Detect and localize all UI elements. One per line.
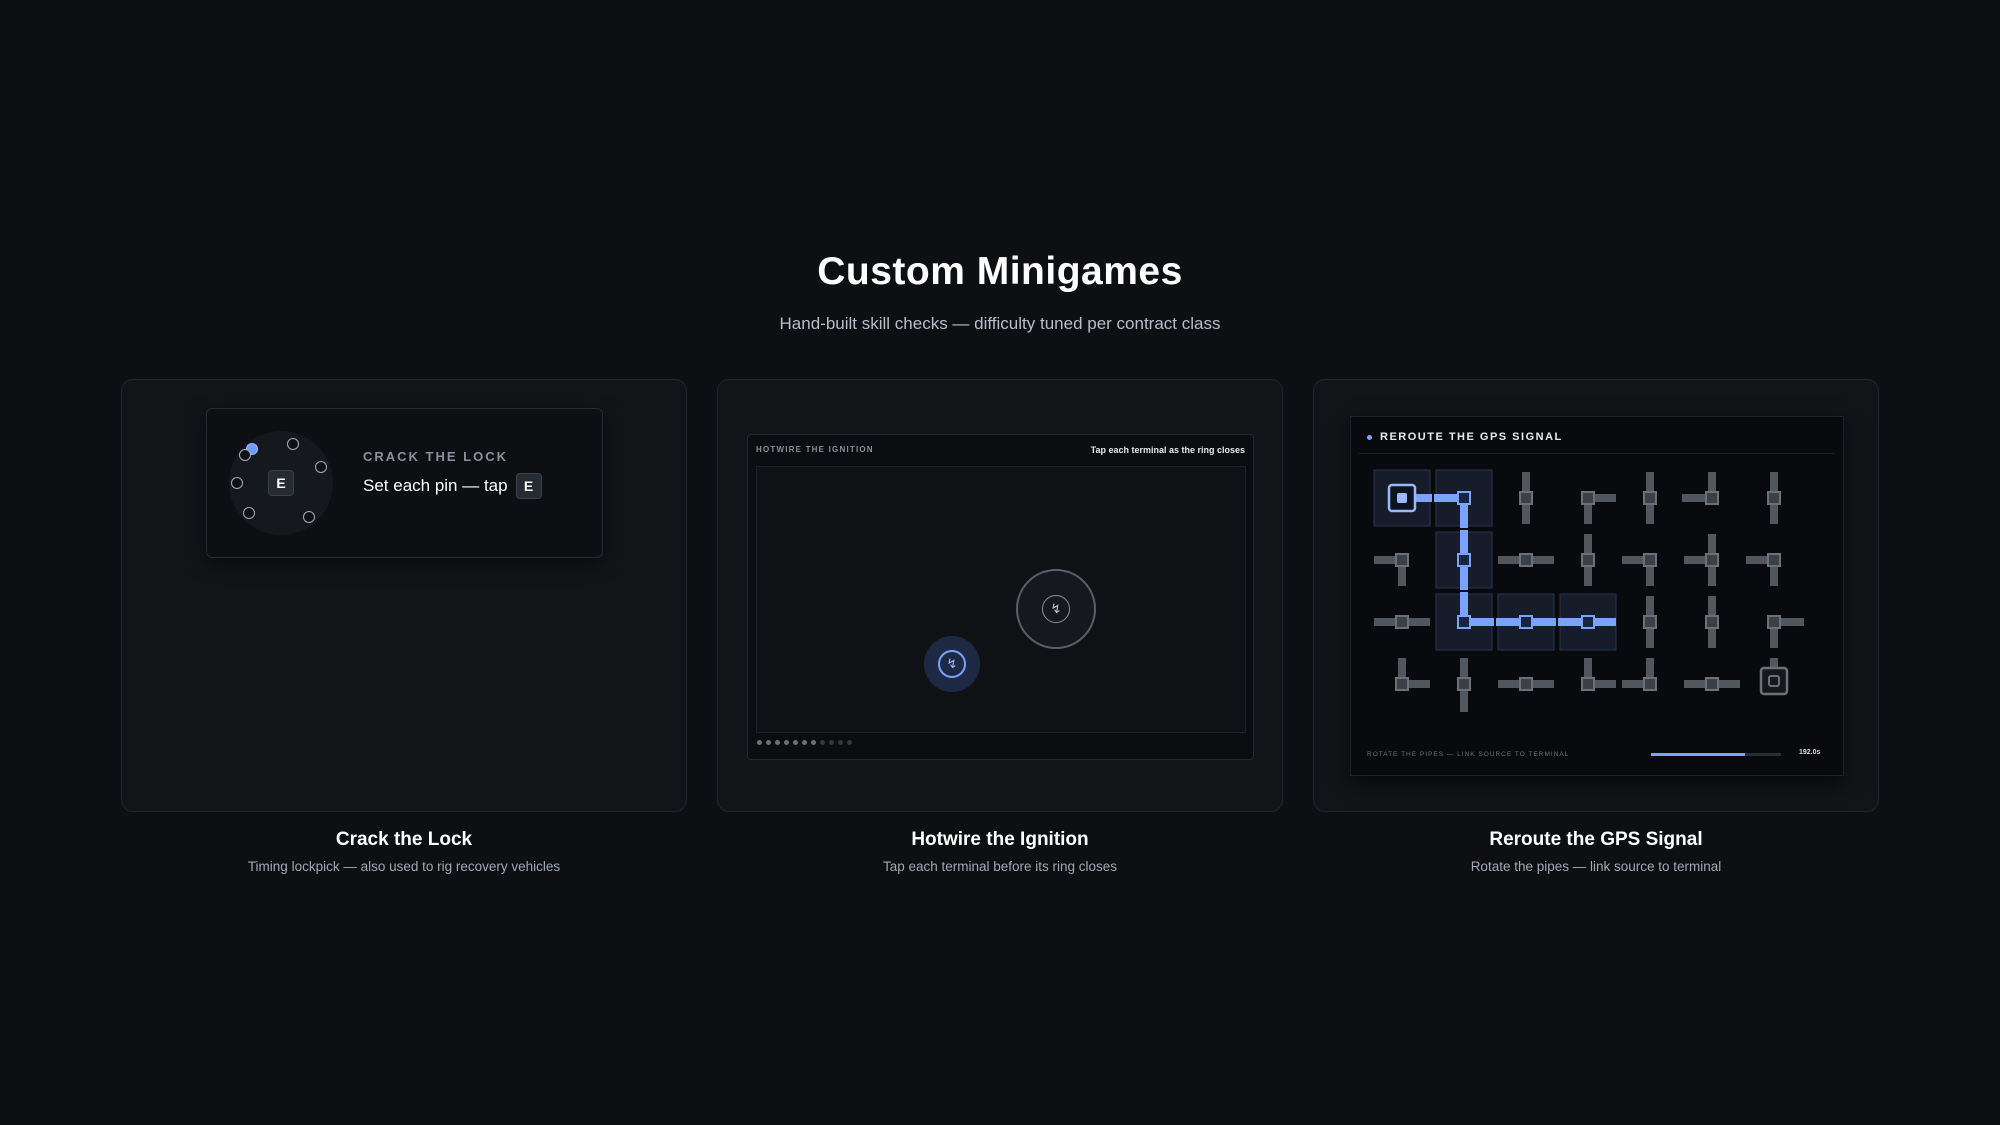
lock-instruction-text: Set each pin — tap xyxy=(363,476,508,495)
pipe-tile[interactable] xyxy=(1498,553,1554,567)
hotwire-progress-dots xyxy=(757,740,852,745)
card-description: Rotate the pipes — link source to termin… xyxy=(1470,859,1722,874)
progress-dot xyxy=(820,740,825,745)
lock-pin xyxy=(243,507,255,519)
minigame-card-crack-lock[interactable]: E CRACK THE LOCK Set each pin — tap E xyxy=(121,379,687,812)
pipe-tile[interactable] xyxy=(1374,615,1430,629)
gps-footer-label: ROTATE THE PIPES — LINK SOURCE TO TERMIN… xyxy=(1367,751,1570,758)
terminal-icon: ↯ xyxy=(1042,595,1070,623)
hotwire-preview-label: HOTWIRE THE IGNITION xyxy=(756,445,874,454)
pipe-tile[interactable] xyxy=(1434,469,1493,528)
hotwire-preview-panel: HOTWIRE THE IGNITION Tap each terminal a… xyxy=(747,434,1254,760)
pipe-tile[interactable] xyxy=(1746,553,1781,586)
terminal-active[interactable]: ↯ xyxy=(924,636,980,692)
gps-progress-fill xyxy=(1651,753,1745,756)
pipe-tile[interactable] xyxy=(1519,472,1533,524)
pipe-tile[interactable] xyxy=(1435,592,1494,651)
gps-preview-label: REROUTE THE GPS SIGNAL xyxy=(1380,431,1563,443)
progress-dot xyxy=(829,740,834,745)
section-subtitle: Hand-built skill checks — difficulty tun… xyxy=(779,314,1221,333)
terminal-ring[interactable]: ↯ xyxy=(1016,569,1096,649)
pipe-tile[interactable] xyxy=(1622,553,1657,586)
card-description: Timing lockpick — also used to rig recov… xyxy=(247,859,561,874)
pipe-tile[interactable] xyxy=(1759,658,1789,696)
gps-timer: 192.0s xyxy=(1799,749,1821,756)
card-title: Hotwire the Ignition xyxy=(911,829,1089,850)
pipe-tile[interactable] xyxy=(1705,596,1719,648)
progress-dot xyxy=(838,740,843,745)
gps-progress-bar xyxy=(1651,753,1781,756)
pipe-tile[interactable] xyxy=(1767,615,1804,648)
card-title: Crack the Lock xyxy=(335,829,473,850)
status-dot-icon xyxy=(1367,434,1372,440)
pipe-tile[interactable] xyxy=(1395,658,1430,691)
pipe-grid-svg xyxy=(1373,469,1804,712)
hotwire-hint: Tap each terminal as the ring closes xyxy=(1090,445,1245,455)
pipe-grid[interactable] xyxy=(1372,468,1817,714)
pipe-tile[interactable] xyxy=(1435,530,1493,590)
lock-pin xyxy=(231,477,243,489)
keycap-icon: E xyxy=(268,470,294,496)
pipe-tile[interactable] xyxy=(1682,472,1719,505)
progress-dot xyxy=(811,740,816,745)
lock-preview-panel: E CRACK THE LOCK Set each pin — tap E xyxy=(206,408,603,558)
card-description: Tap each terminal before its ring closes xyxy=(882,859,1118,874)
lock-preview-label: CRACK THE LOCK xyxy=(363,449,508,464)
divider xyxy=(1359,453,1835,454)
lock-dial-icon: E xyxy=(229,431,333,535)
minigame-card-gps[interactable]: REROUTE THE GPS SIGNAL ROTATE THE PIPES … xyxy=(1313,379,1879,812)
lock-pin xyxy=(287,438,299,450)
pipe-tile[interactable] xyxy=(1684,677,1740,691)
progress-dot xyxy=(847,740,852,745)
pipe-tile[interactable] xyxy=(1643,472,1657,524)
progress-dot xyxy=(793,740,798,745)
pipe-tile[interactable] xyxy=(1373,469,1432,527)
pipe-tile[interactable] xyxy=(1684,534,1719,586)
pipe-tile[interactable] xyxy=(1558,593,1617,651)
progress-dot xyxy=(775,740,780,745)
pipe-tile[interactable] xyxy=(1643,596,1657,648)
gps-preview-panel: REROUTE THE GPS SIGNAL ROTATE THE PIPES … xyxy=(1350,416,1844,776)
lock-pin xyxy=(239,449,251,461)
progress-dot xyxy=(784,740,789,745)
progress-dot xyxy=(757,740,762,745)
pipe-source-icon xyxy=(1397,493,1407,503)
gps-header: REROUTE THE GPS SIGNAL xyxy=(1367,431,1563,443)
pipe-tile[interactable] xyxy=(1767,472,1781,524)
lock-instruction: Set each pin — tap E xyxy=(363,473,542,499)
hotwire-field: ↯ ↯ xyxy=(756,466,1246,733)
pipe-tile[interactable] xyxy=(1622,658,1657,691)
pipe-tile[interactable] xyxy=(1581,534,1595,586)
pipe-tile[interactable] xyxy=(1457,658,1471,712)
minigame-card-hotwire[interactable]: HOTWIRE THE IGNITION Tap each terminal a… xyxy=(717,379,1283,812)
pipe-tile[interactable] xyxy=(1496,593,1556,651)
section-title: Custom Minigames xyxy=(817,250,1183,293)
card-title: Reroute the GPS Signal xyxy=(1489,829,1703,850)
pipe-tile[interactable] xyxy=(1374,553,1409,586)
keycap-icon: E xyxy=(515,473,542,499)
progress-dot xyxy=(766,740,771,745)
pipe-tile[interactable] xyxy=(1581,658,1616,691)
pipe-tile[interactable] xyxy=(1581,491,1616,524)
terminal-icon: ↯ xyxy=(938,650,966,678)
pipe-tile[interactable] xyxy=(1498,677,1554,691)
lock-pin xyxy=(315,461,327,473)
lock-pin xyxy=(303,511,315,523)
progress-dot xyxy=(802,740,807,745)
